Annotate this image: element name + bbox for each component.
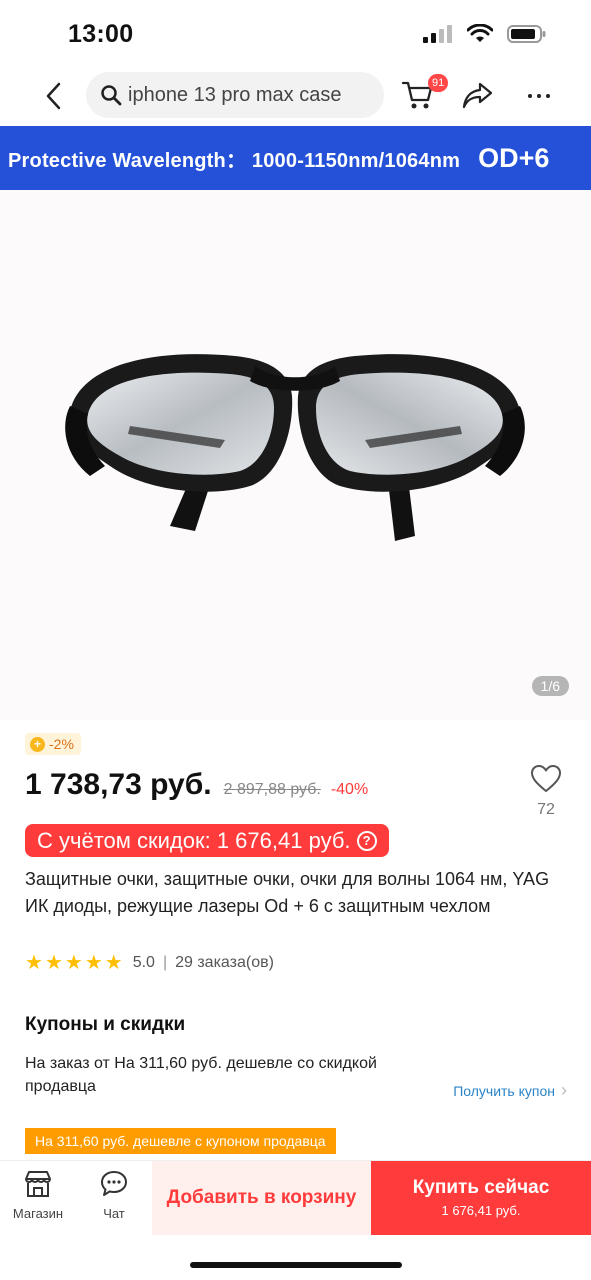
search-icon bbox=[100, 84, 122, 106]
add-to-cart-button[interactable]: Добавить в корзину bbox=[152, 1161, 371, 1235]
bottom-action-bar: Магазин Чат Добавить в корзину Купить се… bbox=[0, 1160, 591, 1235]
star-icon: ★ bbox=[44, 952, 63, 974]
heart-icon bbox=[531, 765, 561, 792]
coin-discount-badge: + -2% bbox=[25, 733, 81, 755]
nav-bar: iphone 13 pro max case 91 bbox=[0, 68, 591, 124]
buy-now-price: 1 676,41 руб. bbox=[441, 1203, 521, 1218]
store-button[interactable]: Магазин bbox=[5, 1169, 71, 1221]
image-counter: 1/6 bbox=[531, 676, 569, 696]
cart-badge: 91 bbox=[428, 74, 449, 92]
more-icon-dot bbox=[546, 94, 550, 98]
more-icon-dot bbox=[528, 94, 532, 98]
wifi-icon bbox=[467, 24, 493, 42]
rating-value: 5.0 bbox=[132, 954, 155, 971]
orders-count: 29 заказа(ов) bbox=[175, 954, 274, 971]
battery-icon bbox=[507, 25, 546, 43]
seller-coupon-tag: На 311,60 руб. дешевле с купоном продавц… bbox=[25, 1128, 336, 1154]
price-row: 1 738,73 руб. 2 897,88 руб. -40% bbox=[25, 768, 368, 802]
coin-discount-text: -2% bbox=[49, 736, 74, 752]
original-price: 2 897,88 руб. bbox=[223, 781, 321, 798]
coin-icon: + bbox=[30, 736, 45, 752]
chat-label: Чат bbox=[103, 1206, 125, 1221]
buy-now-label: Купить сейчас bbox=[412, 1177, 550, 1198]
star-icon: ★ bbox=[84, 952, 103, 974]
coupon-description: На заказ от На 311,60 руб. дешевле со ск… bbox=[25, 1055, 377, 1095]
buy-now-button[interactable]: Купить сейчас 1 676,41 руб. bbox=[371, 1161, 591, 1235]
wishlist-count: 72 bbox=[537, 801, 555, 818]
store-icon bbox=[25, 1171, 51, 1197]
wishlist-button[interactable]: 72 bbox=[526, 764, 566, 820]
product-image-gallery[interactable]: Protective Wavelength： 1000-1150nm/1064n… bbox=[0, 126, 591, 720]
final-discount-text: С учётом скидок: 1 676,41 руб. bbox=[37, 827, 351, 853]
chat-button[interactable]: Чат bbox=[81, 1169, 147, 1221]
chevron-right-icon: › bbox=[561, 1080, 567, 1100]
status-icons bbox=[423, 24, 547, 44]
discount-percent: -40% bbox=[330, 781, 369, 798]
get-coupon-link[interactable]: Получить купон › bbox=[453, 1080, 567, 1101]
cellular-signal-icon bbox=[423, 25, 452, 43]
rating-stars: ★ ★ ★ ★ ★ bbox=[25, 952, 123, 974]
home-indicator[interactable] bbox=[190, 1262, 402, 1268]
search-value: iphone 13 pro max case bbox=[128, 83, 342, 106]
status-time: 13:00 bbox=[68, 20, 134, 48]
star-icon: ★ bbox=[104, 952, 123, 974]
cart-button[interactable]: 91 bbox=[400, 74, 449, 116]
banner-wavelength-text: Protective Wavelength： 1000-1150nm/1064n… bbox=[8, 149, 461, 172]
more-button[interactable] bbox=[522, 80, 556, 112]
banner-od-text: OD+6 bbox=[478, 142, 550, 173]
safety-glasses-image bbox=[65, 354, 525, 541]
coupons-section-title: Купоны и скидки bbox=[25, 1014, 186, 1035]
more-icon-dot bbox=[537, 94, 541, 98]
star-icon: ★ bbox=[64, 952, 83, 974]
back-arrow-icon bbox=[46, 82, 61, 110]
search-input[interactable]: iphone 13 pro max case bbox=[86, 72, 384, 118]
chat-icon bbox=[101, 1171, 127, 1196]
rating-divider: | bbox=[162, 954, 168, 971]
rating-row[interactable]: ★ ★ ★ ★ ★ 5.0 | 29 заказа(ов) bbox=[25, 952, 274, 974]
product-title: Защитные очки, защитные очки, очки для в… bbox=[25, 869, 550, 916]
product-banner: Protective Wavelength： 1000-1150nm/1064n… bbox=[0, 126, 591, 190]
share-button[interactable] bbox=[462, 80, 494, 112]
get-coupon-label: Получить купон bbox=[453, 1082, 555, 1099]
help-icon: ? bbox=[356, 830, 377, 851]
share-icon bbox=[462, 82, 493, 109]
current-price: 1 738,73 руб. bbox=[25, 768, 212, 801]
status-bar: 13:00 bbox=[0, 0, 591, 68]
star-icon: ★ bbox=[25, 952, 43, 974]
final-discount-price[interactable]: С учётом скидок: 1 676,41 руб. ? bbox=[25, 824, 389, 857]
store-label: Магазин bbox=[12, 1206, 64, 1221]
back-button[interactable] bbox=[36, 78, 70, 114]
